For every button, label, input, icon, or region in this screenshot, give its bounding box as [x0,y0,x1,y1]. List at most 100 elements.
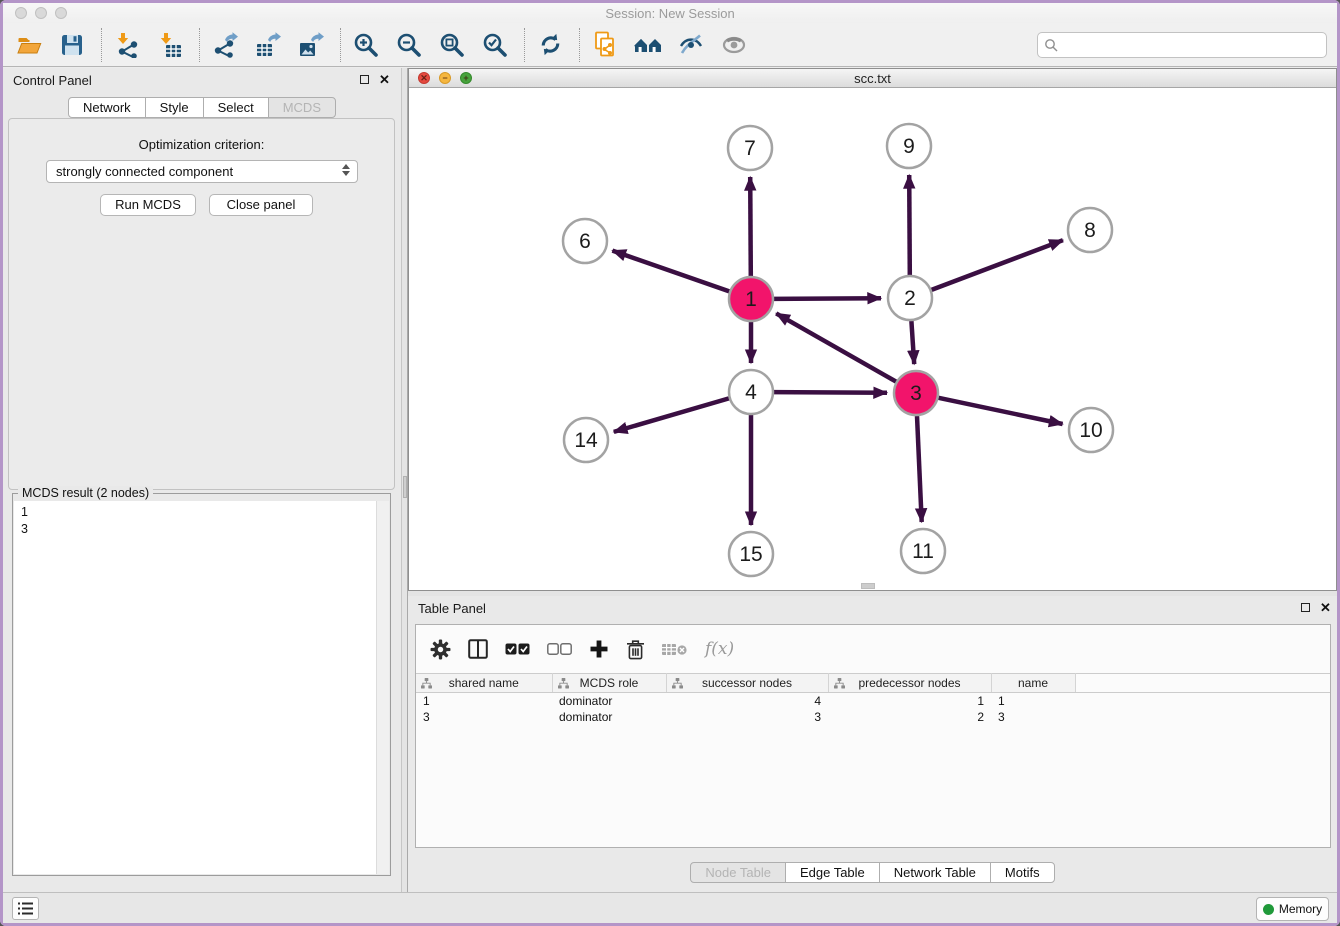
graph-edge-3-10[interactable] [939,398,1063,424]
refresh-layout-icon[interactable] [534,29,566,61]
search-icon [1044,38,1059,53]
column-label: name [1018,676,1048,690]
graph-edge-4-14[interactable] [614,398,729,432]
save-session-icon[interactable] [56,29,88,61]
zoom-selected-icon[interactable] [479,29,511,61]
tab-mcds[interactable]: MCDS [268,97,336,118]
graph-node-10[interactable]: 10 [1069,408,1113,452]
graph-edge-4-3[interactable] [774,392,887,393]
select-all-icon[interactable] [505,636,530,662]
graph-edge-2-3[interactable] [911,321,914,364]
toggle-graphics-details-icon[interactable] [675,29,707,61]
close-panel-icon[interactable]: ✕ [379,72,390,88]
graph-edge-1-2[interactable] [774,298,881,299]
graph-edge-2-8[interactable] [932,240,1063,290]
memory-button[interactable]: Memory [1256,897,1329,921]
table-tab-network-table[interactable]: Network Table [879,862,991,883]
apply-function-icon[interactable]: f(x) [705,636,734,662]
graph-node-2[interactable]: 2 [888,276,932,320]
splitter-handle[interactable] [403,476,407,498]
graph-node-3[interactable]: 3 [894,371,938,415]
cell-successor-nodes[interactable]: 4 [666,693,828,709]
search-field[interactable] [1037,32,1327,58]
result-scrollbar[interactable] [376,501,389,874]
cell-name[interactable]: 1 [991,693,1075,709]
cell-shared-name[interactable]: 3 [416,709,552,725]
import-network-icon[interactable] [111,29,143,61]
zoom-in-icon[interactable] [350,29,382,61]
cell-mcds-role[interactable]: dominator [552,693,666,709]
criterion-dropdown[interactable]: strongly connected component [46,160,358,183]
network-window-titlebar[interactable]: ✕ − + scc.txt [409,69,1336,88]
duplicate-network-icon[interactable] [589,29,621,61]
column-layout-icon[interactable] [468,636,488,662]
mcds-result-area[interactable]: 13 [14,501,389,874]
zoom-fit-icon[interactable] [436,29,468,61]
graph-edge-1-6[interactable] [612,251,729,292]
tab-style[interactable]: Style [145,97,204,118]
main-toolbar [3,23,1337,67]
criterion-value: strongly connected component [56,164,233,179]
graph-node-15[interactable]: 15 [729,532,773,576]
export-table-icon[interactable] [252,29,284,61]
graph-node-1[interactable]: 1 [729,277,773,321]
close-panel-button[interactable]: Close panel [209,194,313,216]
canvas-scroll-handle[interactable] [861,583,875,589]
network-overview-home-icon[interactable] [632,29,664,61]
export-network-icon[interactable] [209,29,241,61]
cell-predecessor-nodes[interactable]: 2 [828,709,991,725]
table-tab-node-table[interactable]: Node Table [690,862,786,883]
graph-node-6[interactable]: 6 [563,219,607,263]
network-canvas-svg: 7 9 6 8 1 2 4 3 14 10 15 11 [409,88,1336,590]
cell-shared-name[interactable]: 1 [416,693,552,709]
column-header-shared-name[interactable]: shared name [416,674,552,693]
float-panel-icon[interactable] [360,75,369,84]
table-row-1[interactable]: 1dominator411 [416,693,1330,709]
import-table-icon[interactable] [154,29,186,61]
table-tab-edge-table[interactable]: Edge Table [785,862,880,883]
control-panel-title: Control Panel [13,73,92,88]
run-mcds-button[interactable]: Run MCDS [100,194,196,216]
open-session-icon[interactable] [13,29,45,61]
column-header-mcds-role[interactable]: MCDS role [552,674,666,693]
float-table-panel-icon[interactable] [1301,603,1310,612]
node-table: shared nameMCDS rolesuccessor nodesprede… [416,673,1330,725]
column-header-name[interactable]: name [991,674,1075,693]
table-tab-motifs[interactable]: Motifs [990,862,1055,883]
eye-icon[interactable] [718,29,750,61]
table-row-2[interactable]: 3dominator323 [416,709,1330,725]
graph-node-14[interactable]: 14 [564,418,608,462]
tab-select[interactable]: Select [203,97,269,118]
delete-table-icon[interactable] [662,636,688,662]
cell-successor-nodes[interactable]: 3 [666,709,828,725]
tab-network[interactable]: Network [68,97,146,118]
graph-node-11[interactable]: 11 [901,529,945,573]
graph-edge-3-1[interactable] [776,313,896,381]
graph-node-7[interactable]: 7 [728,126,772,170]
search-input[interactable] [1059,35,1326,55]
graph-node-8[interactable]: 8 [1068,208,1112,252]
svg-text:14: 14 [574,429,598,452]
cell-mcds-role[interactable]: dominator [552,709,666,725]
task-history-button[interactable] [12,897,39,920]
export-image-icon[interactable] [295,29,327,61]
cell-predecessor-nodes[interactable]: 1 [828,693,991,709]
close-table-panel-icon[interactable]: ✕ [1320,600,1331,616]
graph-edge-2-9[interactable] [909,175,910,275]
zoom-out-icon[interactable] [393,29,425,61]
settings-gear-icon[interactable] [430,636,451,662]
delete-row-icon[interactable] [626,636,645,662]
network-canvas[interactable]: 7 9 6 8 1 2 4 3 14 10 15 11 [409,88,1336,590]
graph-node-4[interactable]: 4 [729,370,773,414]
graph-edge-1-7[interactable] [750,177,751,276]
column-header-predecessor-nodes[interactable]: predecessor nodes [828,674,991,693]
window-title: Session: New Session [3,6,1337,21]
graph-node-9[interactable]: 9 [887,124,931,168]
cell-name[interactable]: 3 [991,709,1075,725]
column-header-successor-nodes[interactable]: successor nodes [666,674,828,693]
deselect-all-icon[interactable] [547,636,572,662]
vertical-splitter[interactable] [401,68,408,892]
add-row-icon[interactable] [589,636,609,662]
graph-edge-3-11[interactable] [917,416,922,522]
toolbar-separator [340,28,341,62]
